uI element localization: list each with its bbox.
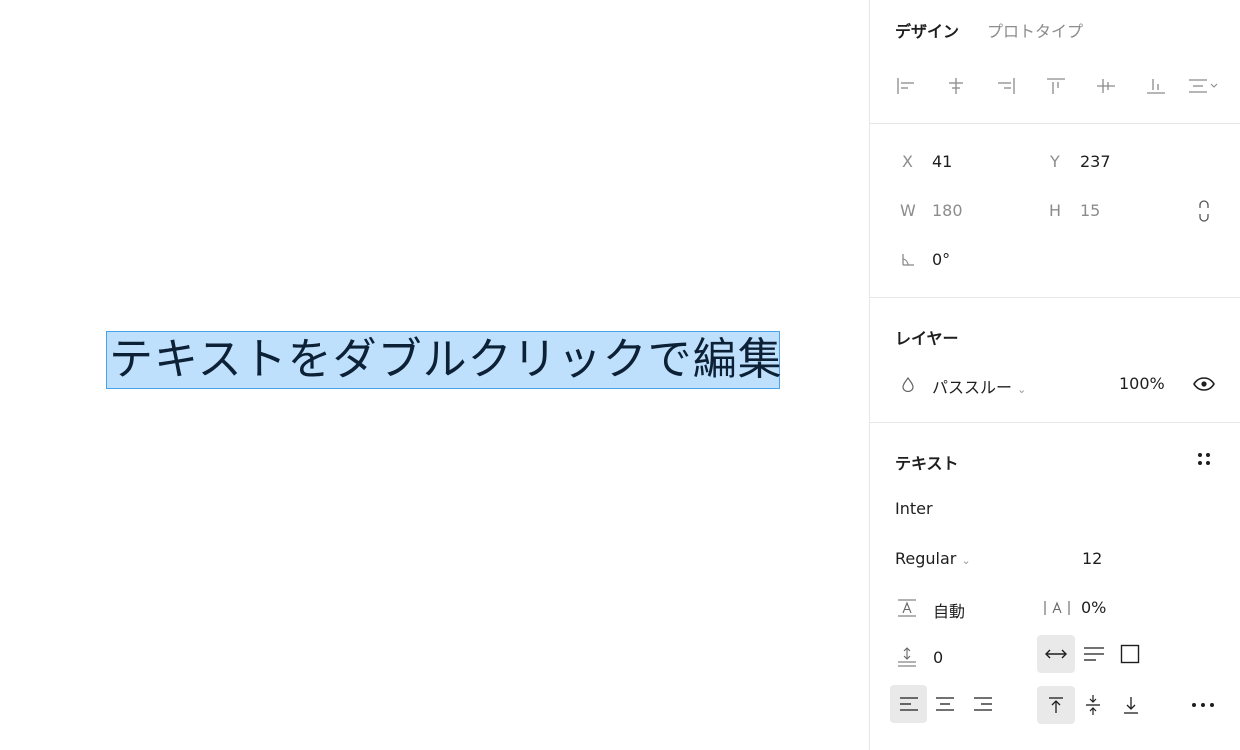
design-header-section: デザイン プロトタイプ: [870, 0, 1240, 124]
font-style-label: Regular: [895, 549, 957, 568]
chevron-down-icon: ⌄: [961, 554, 971, 567]
transform-section: X 41 Y 237 W 180 H 15 0°: [870, 124, 1240, 298]
layer-title: レイヤー: [895, 329, 959, 348]
more-options-icon[interactable]: [1188, 695, 1218, 715]
align-vertical-center-icon[interactable]: [1094, 74, 1118, 98]
fixed-size-icon[interactable]: [1116, 641, 1144, 667]
blend-mode-label: パススルー: [932, 378, 1013, 397]
align-horizontal-center-icon[interactable]: [944, 74, 968, 98]
chevron-down-icon: ⌄: [1017, 383, 1027, 396]
y-field[interactable]: 237: [1080, 152, 1111, 171]
w-label: W: [900, 201, 916, 220]
auto-width-icon[interactable]: [1037, 635, 1075, 673]
font-family-field[interactable]: Inter: [895, 499, 933, 518]
text-align-top-icon[interactable]: [1037, 686, 1075, 724]
x-label: X: [902, 152, 913, 171]
text-align-bottom-icon[interactable]: [1118, 691, 1144, 719]
font-style-select[interactable]: Regular ⌄: [895, 549, 971, 568]
align-bottom-icon[interactable]: [1144, 74, 1168, 98]
canvas[interactable]: テキストをダブルクリックで編集: [0, 0, 869, 750]
text-align-left-icon[interactable]: [890, 685, 927, 723]
properties-panel: デザイン プロトタイプ X 41 Y 237 W 180 H 15 0° レイヤ…: [869, 0, 1240, 750]
line-height-icon: [896, 597, 918, 619]
opacity-field[interactable]: 100%: [1119, 374, 1165, 393]
text-section: テキスト Inter Regular ⌄ 12 自動 0% 0: [870, 423, 1240, 750]
font-size-field[interactable]: 12: [1082, 549, 1102, 568]
h-field[interactable]: 15: [1080, 201, 1100, 220]
auto-height-icon[interactable]: [1080, 641, 1108, 667]
paragraph-spacing-field[interactable]: 0: [933, 648, 943, 667]
text-align-center-icon[interactable]: [932, 691, 958, 717]
letter-spacing-field[interactable]: 0%: [1081, 598, 1106, 617]
letter-spacing-icon: [1042, 597, 1072, 619]
text-align-right-icon[interactable]: [970, 691, 996, 717]
h-label: H: [1049, 201, 1062, 220]
selected-text-layer[interactable]: テキストをダブルクリックで編集: [106, 331, 782, 389]
y-label: Y: [1050, 152, 1060, 171]
blend-mode-select[interactable]: パススルー ⌄: [932, 374, 1026, 398]
tab-design[interactable]: デザイン: [895, 18, 959, 42]
rotation-field[interactable]: 0°: [932, 250, 950, 269]
text-title: テキスト: [895, 454, 959, 473]
blend-mode-icon[interactable]: [898, 374, 918, 394]
rotation-icon: [898, 250, 918, 270]
paragraph-spacing-icon: [896, 645, 918, 669]
align-right-icon[interactable]: [994, 74, 1018, 98]
align-left-icon[interactable]: [894, 74, 918, 98]
w-field[interactable]: 180: [932, 201, 963, 220]
eye-icon[interactable]: [1192, 373, 1216, 395]
layer-section: レイヤー パススルー ⌄ 100%: [870, 298, 1240, 423]
text-align-middle-icon[interactable]: [1080, 691, 1106, 719]
type-settings-icon[interactable]: [1194, 449, 1214, 469]
distribute-icon[interactable]: [1186, 74, 1222, 98]
tab-prototype[interactable]: プロトタイプ: [987, 18, 1083, 42]
align-top-icon[interactable]: [1044, 74, 1068, 98]
x-field[interactable]: 41: [932, 152, 952, 171]
line-height-field[interactable]: 自動: [933, 598, 965, 622]
constrain-proportions-icon[interactable]: [1192, 198, 1216, 224]
